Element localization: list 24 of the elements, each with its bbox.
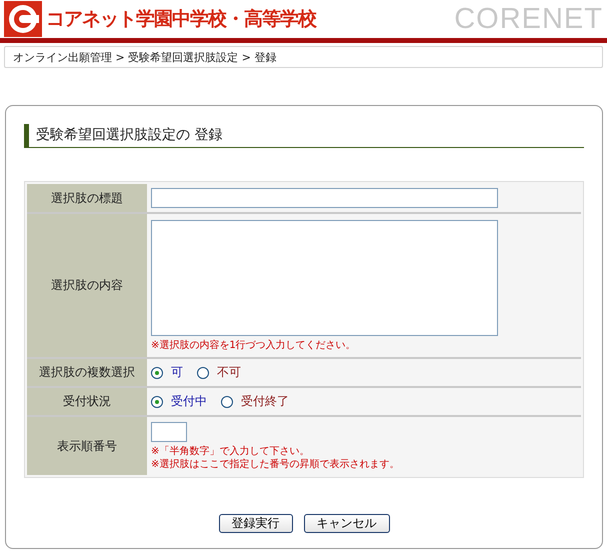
option-label: 受付中 xyxy=(171,393,207,410)
submit-button[interactable]: 登録実行 xyxy=(218,514,292,533)
field-label: 選択肢の内容 xyxy=(27,214,147,357)
logo-icon xyxy=(4,1,42,37)
input-field[interactable] xyxy=(151,188,498,208)
cancel-button[interactable]: キャンセル xyxy=(304,514,390,533)
field-label: 受付状況 xyxy=(27,388,147,415)
radio-button[interactable] xyxy=(221,396,233,408)
field-label: 選択肢の標題 xyxy=(27,184,147,212)
hint-text: ※「半角数字」で入力して下さい。 xyxy=(151,444,310,458)
hint-text: ※選択肢はここで指定した番号の昇順で表示されます。 xyxy=(151,458,400,470)
field-label: 表示順番号 xyxy=(27,417,147,475)
input-field[interactable] xyxy=(151,422,187,442)
radio-button[interactable] xyxy=(151,366,163,378)
radio-button[interactable] xyxy=(197,366,209,378)
hint-text: ※選択肢の内容を1行づつ入力してください。 xyxy=(151,338,357,352)
option-label: 不可 xyxy=(217,364,241,381)
school-name: コアネット学園中学校・高等学校 xyxy=(46,7,316,32)
radio-button[interactable] xyxy=(151,396,163,408)
field-label: 選択肢の複数選択 xyxy=(27,359,147,386)
breadcrumb: オンライン出願管理 > 受験希望回選択肢設定 > 登録 xyxy=(4,46,603,68)
section-title: 受験希望回選択肢設定の 登録 xyxy=(24,124,584,148)
option-label: 受付終了 xyxy=(241,393,289,410)
option-label: 可 xyxy=(171,364,183,381)
